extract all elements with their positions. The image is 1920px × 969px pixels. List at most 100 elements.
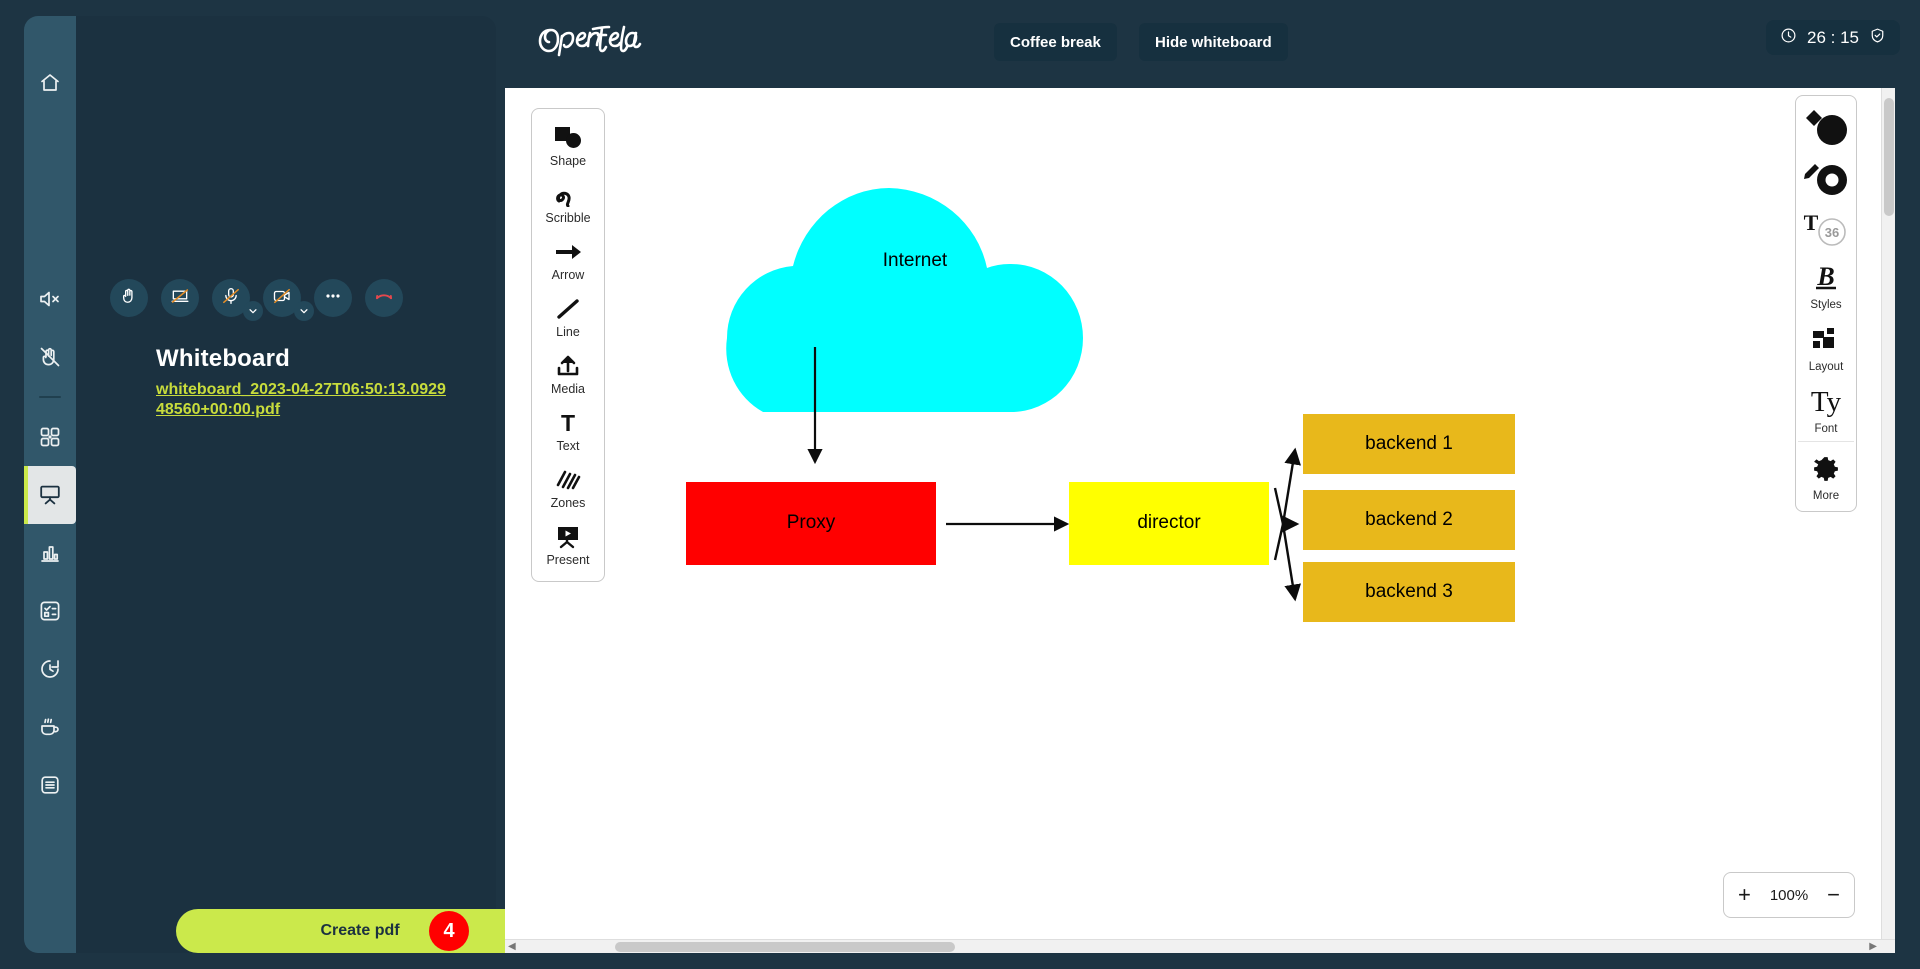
tool-zones[interactable]: Zones: [531, 459, 605, 516]
arrow-icon: [554, 238, 582, 266]
ellipsis-icon: [323, 286, 343, 311]
horizontal-scroll-thumb[interactable]: [615, 942, 955, 952]
board-horizontal-scrollbar[interactable]: ◀ ▶: [505, 939, 1895, 953]
rail-item-timer[interactable]: [24, 640, 76, 698]
stroke-color-icon: [1800, 157, 1852, 199]
tool-present-label: Present: [546, 552, 590, 567]
home-icon: [38, 71, 62, 95]
hide-whiteboard-button[interactable]: Hide whiteboard: [1139, 23, 1288, 61]
tool-shape[interactable]: Shape: [531, 117, 605, 174]
meeting-timer[interactable]: 26 : 15: [1766, 20, 1900, 55]
scribble-icon: [554, 181, 582, 209]
fill-color-icon: [1800, 107, 1852, 149]
shield-check-icon: [1869, 27, 1886, 49]
whiteboard-easel-icon: [38, 483, 62, 507]
share-screen-button[interactable]: [161, 279, 199, 317]
rail-item-home[interactable]: [24, 54, 76, 112]
tool-text-label: Text: [556, 438, 580, 453]
microphone-options-caret[interactable]: [243, 301, 263, 321]
hand-off-icon: [38, 345, 62, 369]
stroke-color-tool[interactable]: [1795, 152, 1857, 202]
create-pdf-badge: 4: [429, 911, 469, 951]
diagram-label-backend1: backend 1: [1365, 433, 1453, 454]
diagram-label-director: director: [1137, 512, 1201, 533]
styles-label: Styles: [1810, 299, 1842, 311]
zoom-out-button[interactable]: −: [1827, 884, 1840, 906]
whiteboard-canvas[interactable]: Internet Proxy director backend 1 backen…: [505, 88, 1895, 953]
rail-item-poll[interactable]: [24, 524, 76, 582]
layout-tool[interactable]: Layout: [1795, 314, 1857, 376]
camera-options-caret[interactable]: [294, 301, 314, 321]
bar-chart-icon: [38, 541, 62, 565]
opentalk-app: Whiteboard whiteboard_2023-04-27T06:50:1…: [0, 0, 1920, 969]
document-lines-icon: [38, 773, 62, 797]
tool-zones-label: Zones: [550, 495, 586, 510]
screen-share-off-icon: [170, 286, 190, 311]
tool-present[interactable]: Present: [531, 516, 605, 573]
tool-text[interactable]: T Text: [531, 402, 605, 459]
rail-divider: [39, 396, 61, 398]
camera-button[interactable]: [263, 279, 314, 321]
coffee-cup-icon: [38, 715, 62, 739]
diagram-label-backend2: backend 2: [1365, 509, 1453, 530]
microphone-off-icon: [221, 286, 241, 311]
raise-hand-button[interactable]: [110, 279, 148, 317]
vertical-scroll-thumb[interactable]: [1884, 98, 1894, 216]
diagram-label-internet: Internet: [882, 250, 948, 271]
svg-text:T: T: [1804, 210, 1819, 235]
gear-icon: [1812, 448, 1840, 490]
whiteboard-side-panel: Whiteboard whiteboard_2023-04-27T06:50:1…: [76, 16, 560, 953]
clock-icon: [1780, 27, 1797, 49]
more-label: More: [1812, 490, 1840, 502]
zoom-in-button[interactable]: +: [1738, 884, 1751, 906]
more-tool[interactable]: More: [1798, 441, 1854, 505]
zones-hatch-icon: [555, 466, 581, 494]
text-t-icon: T: [556, 409, 580, 437]
create-pdf-button[interactable]: Create pdf: [176, 909, 544, 953]
stopwatch-icon: [38, 657, 62, 681]
font-size-tool[interactable]: T 36: [1795, 202, 1857, 252]
board-vertical-scrollbar[interactable]: [1881, 88, 1895, 939]
tool-media[interactable]: Media: [531, 345, 605, 402]
tool-media-label: Media: [550, 381, 586, 396]
styles-tool[interactable]: B Styles: [1795, 252, 1857, 314]
tool-line[interactable]: Line: [531, 288, 605, 345]
tool-arrow[interactable]: Arrow: [531, 231, 605, 288]
diagram-label-backend3: backend 3: [1365, 581, 1453, 602]
bold-b-icon: B: [1809, 257, 1843, 299]
hang-up-button[interactable]: [365, 279, 403, 317]
hand-icon: [119, 286, 139, 311]
zoom-level-value[interactable]: 100%: [1770, 887, 1808, 904]
opentalk-logo: [536, 16, 726, 62]
edge-director-backend1: [1281, 447, 1301, 525]
rail-item-protocol[interactable]: [24, 756, 76, 814]
tool-line-label: Line: [556, 324, 580, 339]
rail-item-grid[interactable]: [24, 408, 76, 466]
whiteboard-style-palette: T 36 B Styles Layout Ty Font More: [1795, 95, 1857, 512]
rail-item-hand-off[interactable]: [24, 328, 76, 386]
rail-item-coffee-break[interactable]: [24, 698, 76, 756]
font-size-icon: T 36: [1800, 207, 1852, 249]
font-tool[interactable]: Ty Font: [1795, 376, 1857, 438]
upload-media-icon: [555, 352, 581, 380]
scroll-right-arrow[interactable]: ▶: [1869, 941, 1877, 952]
fill-color-tool[interactable]: [1795, 102, 1857, 152]
microphone-button[interactable]: [212, 279, 263, 321]
timer-value: 26 : 15: [1807, 27, 1859, 47]
svg-text:T: T: [561, 411, 575, 435]
tool-scribble[interactable]: Scribble: [531, 174, 605, 231]
phone-hangup-icon: [374, 286, 394, 311]
coffee-break-button[interactable]: Coffee break: [994, 23, 1117, 61]
rail-item-audio-muted[interactable]: [24, 270, 76, 328]
scroll-left-arrow[interactable]: ◀: [508, 941, 516, 952]
pdf-download-link[interactable]: whiteboard_2023-04-27T06:50:13.092948560…: [156, 380, 446, 420]
rail-item-whiteboard[interactable]: [24, 466, 76, 524]
speaker-muted-icon: [38, 287, 62, 311]
layout-label: Layout: [1808, 361, 1844, 373]
more-options-button[interactable]: [314, 279, 352, 317]
tool-shape-label: Shape: [549, 153, 587, 168]
svg-text:B: B: [1816, 262, 1834, 291]
rail-item-legal-vote[interactable]: [24, 582, 76, 640]
layout-grid-icon: [1811, 319, 1841, 361]
grid-apps-icon: [38, 425, 62, 449]
